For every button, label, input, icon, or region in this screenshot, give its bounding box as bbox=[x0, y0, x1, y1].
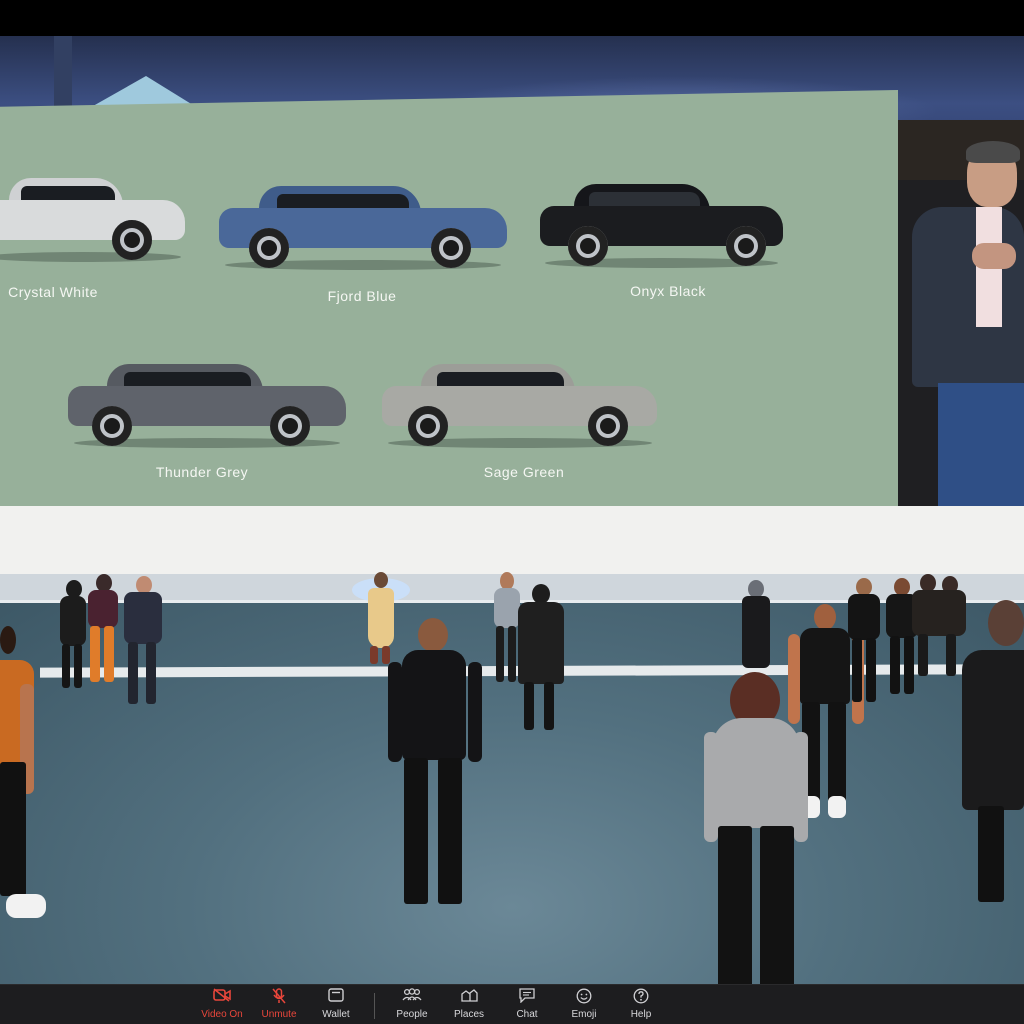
video-off-icon bbox=[192, 988, 252, 1008]
chat-button[interactable]: Chat bbox=[497, 988, 557, 1024]
help-icon bbox=[611, 988, 671, 1008]
attendee-avatar[interactable] bbox=[962, 600, 1024, 902]
bottom-toolbar: Video On Unmute Wallet People Places Cha… bbox=[0, 984, 1024, 1024]
attendee-avatar[interactable] bbox=[740, 580, 772, 672]
virtual-event-scene: Crystal White Fjord Blue Onyx Black Thun… bbox=[0, 0, 1024, 1024]
car-thunder-grey bbox=[68, 364, 346, 450]
window-top-bar bbox=[0, 0, 1024, 36]
car-fjord-blue bbox=[219, 186, 507, 272]
car-sage-green bbox=[382, 364, 657, 450]
mute-toggle-button[interactable]: Unmute bbox=[249, 988, 309, 1024]
presentation-screen: Crystal White Fjord Blue Onyx Black Thun… bbox=[0, 90, 898, 508]
car-label-sage-green: Sage Green bbox=[483, 464, 565, 480]
help-button[interactable]: Help bbox=[611, 988, 671, 1024]
chat-icon bbox=[497, 988, 557, 1008]
toolbar-divider bbox=[374, 993, 375, 1019]
mic-off-icon bbox=[249, 988, 309, 1008]
places-label: Places bbox=[453, 1009, 484, 1020]
car-crystal-white bbox=[0, 178, 185, 264]
wallet-label: Wallet bbox=[322, 1009, 350, 1020]
video-toggle-button[interactable]: Video On bbox=[192, 988, 252, 1024]
wallet-icon bbox=[306, 988, 366, 1008]
attendee-avatar[interactable] bbox=[0, 626, 50, 928]
emoji-icon bbox=[554, 988, 614, 1008]
attendee-avatar[interactable] bbox=[704, 672, 808, 1024]
stage-platform bbox=[0, 506, 1024, 574]
attendee-avatar[interactable] bbox=[514, 584, 568, 732]
attendee-avatar[interactable] bbox=[86, 574, 120, 684]
car-label-fjord-blue: Fjord Blue bbox=[327, 288, 397, 304]
attendee-avatar[interactable] bbox=[912, 574, 966, 678]
background-pole bbox=[54, 36, 72, 106]
attendee-avatar[interactable] bbox=[58, 580, 88, 690]
emoji-button[interactable]: Emoji bbox=[554, 988, 614, 1024]
places-icon bbox=[439, 988, 499, 1008]
car-onyx-black bbox=[540, 184, 783, 270]
attendee-avatar[interactable] bbox=[388, 618, 482, 908]
emoji-label: Emoji bbox=[571, 1009, 597, 1020]
car-label-thunder-grey: Thunder Grey bbox=[155, 464, 249, 480]
attendee-avatar[interactable] bbox=[120, 576, 166, 708]
attendee-avatar[interactable] bbox=[846, 578, 882, 706]
car-label-crystal-white: Crystal White bbox=[8, 284, 98, 300]
people-button[interactable]: People bbox=[382, 988, 442, 1024]
chat-label: Chat bbox=[516, 1009, 538, 1020]
people-label: People bbox=[396, 1009, 428, 1020]
help-label: Help bbox=[630, 1009, 652, 1020]
video-toggle-label: Video On bbox=[201, 1009, 243, 1020]
wallet-button[interactable]: Wallet bbox=[306, 988, 366, 1024]
mute-toggle-label: Unmute bbox=[261, 1009, 297, 1020]
places-button[interactable]: Places bbox=[439, 988, 499, 1024]
people-icon bbox=[382, 988, 442, 1008]
car-label-onyx-black: Onyx Black bbox=[630, 283, 706, 299]
